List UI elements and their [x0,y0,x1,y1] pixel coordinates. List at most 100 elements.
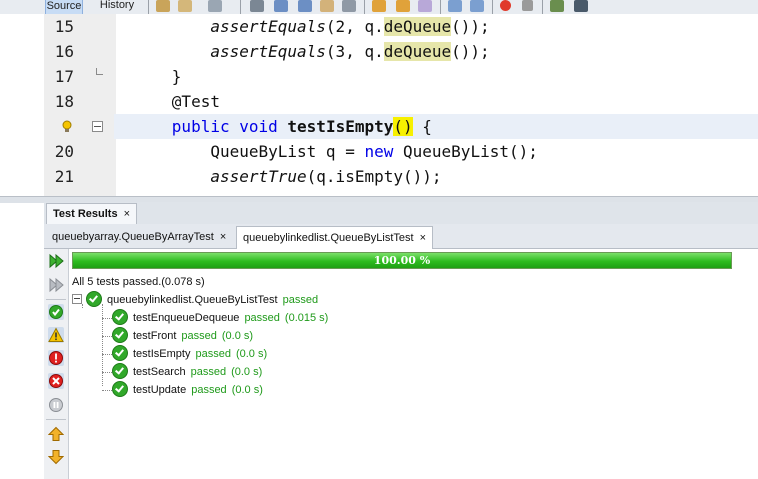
test-results-tab[interactable]: Test Results × [46,203,138,225]
tree-connector [102,336,112,337]
stop-macro-icon[interactable] [522,0,533,11]
find-next-icon[interactable] [298,0,312,12]
tree-suite-node[interactable]: queuebylinkedlist.QueueByListTest passed [72,291,318,309]
back-icon[interactable] [178,0,192,12]
find-previous-icon[interactable] [274,0,288,12]
toolbar-separator [492,0,493,14]
line-number: 18 [54,92,74,111]
code-text: assertEquals(2, q.deQueue()); [210,17,490,36]
previous-failure-icon[interactable] [47,426,65,442]
history-tab[interactable]: History [94,0,140,13]
line-number: 20 [54,142,74,161]
test-time: (0.0 s) [231,366,263,378]
rerun-icon[interactable] [48,253,64,269]
fold-toggle[interactable] [92,121,103,132]
tab-queuebylinkedlist[interactable]: queuebylinkedlist.QueueByListTest × [236,226,434,249]
line-number: 16 [54,42,74,61]
tree-connector [102,354,112,355]
tree-connector [102,318,112,319]
test-time: (0.015 s) [284,312,329,324]
passed-icon [112,363,128,380]
test-status: passed [244,312,280,324]
code-text: @Test [114,92,220,111]
next-failure-icon[interactable] [47,449,65,465]
find-icon[interactable] [250,0,264,12]
tree-test-node[interactable]: testIsEmpty passed (0.0 s) [112,345,267,363]
test-time: (0.0 s) [235,348,268,360]
close-icon[interactable]: × [220,231,226,243]
shift-right-icon[interactable] [470,0,484,12]
test-status: passed [190,366,227,378]
code-text: QueueByList q = new QueueByList(); [210,142,538,161]
code-line-19: public void testIsEmpty() { [0,114,758,139]
test-name: testIsEmpty [133,348,191,360]
source-tab[interactable]: Source [45,0,83,14]
toggle-highlight-icon[interactable] [320,0,334,12]
show-warnings-icon[interactable] [48,327,64,343]
code-editor[interactable]: 15 assertEquals(2, q.deQueue()); 16 asse… [0,14,758,196]
toolbar-separator [240,0,241,14]
tree-connector [102,304,103,386]
tree-test-node[interactable]: testSearch passed (0.0 s) [112,363,262,381]
suite-status: passed [282,294,319,306]
toolbar-separator [148,0,149,14]
test-results-title: Test Results [53,208,118,220]
toolbar-separator [440,0,441,14]
tree-test-node[interactable]: testUpdate passed (0.0 s) [112,381,263,399]
test-time: (0.0 s) [221,330,254,342]
progress-label: 100.00 % [373,254,431,267]
code-line-16: 16 assertEquals(3, q.deQueue()); [0,39,758,64]
toolbar-separator [46,299,66,300]
toggle-selection-icon[interactable] [342,0,356,12]
toolbar-separator [46,419,66,420]
show-failures-icon[interactable] [48,350,64,366]
forward-icon[interactable] [208,0,222,12]
previous-bookmark-icon[interactable] [372,0,386,12]
test-time: (0.0 s) [231,384,263,396]
start-macro-icon[interactable] [500,0,511,11]
test-status: passed [181,330,217,342]
test-progress-bar: 100.00 % [72,252,732,269]
passed-icon [112,309,128,326]
toolbar-separator [364,0,365,14]
uncomment-icon[interactable] [574,0,588,12]
collapse-toggle[interactable] [72,294,82,304]
test-summary: All 5 tests passed.(0.078 s) [72,276,205,288]
code-line-21: 21 assertTrue(q.isEmpty()); [0,164,758,189]
next-bookmark-icon[interactable] [396,0,410,12]
close-icon[interactable]: × [420,232,426,244]
last-edit-icon[interactable] [156,0,170,12]
show-passed-icon[interactable] [48,304,64,320]
tab-label: queuebyarray.QueueByArrayTest [52,231,214,243]
rerun-failed-icon[interactable] [48,277,64,293]
toggle-bookmark-icon[interactable] [418,0,432,12]
test-name: testUpdate [133,384,187,396]
suite-name: queuebylinkedlist.QueueByListTest [107,294,278,306]
code-line-18: 18 @Test [0,89,758,114]
tree-test-node[interactable]: testEnqueueDequeue passed (0.015 s) [112,309,328,327]
test-results-content: 100.00 % All 5 tests passed.(0.078 s) qu… [44,249,758,479]
close-icon[interactable]: × [124,208,130,220]
tree-test-node[interactable]: testFront passed (0.0 s) [112,327,253,345]
lightbulb-hint-icon[interactable] [62,120,72,136]
code-line-20: 20 QueueByList q = new QueueByList(); [0,139,758,164]
shift-left-icon[interactable] [448,0,462,12]
test-status: passed [191,384,227,396]
test-name: testEnqueueDequeue [133,312,240,324]
test-results-header: Test Results × [44,202,758,225]
test-name: testSearch [133,366,186,378]
line-number: 21 [54,167,74,186]
tab-queuebyarray[interactable]: queuebyarray.QueueByArrayTest × [46,226,232,248]
test-name: testFront [133,330,177,342]
code-line-15: 15 assertEquals(2, q.deQueue()); [0,14,758,39]
line-number: 15 [54,17,74,36]
passed-icon [86,291,102,308]
show-aborted-icon[interactable] [48,397,64,413]
results-side-toolbar [44,249,69,479]
passed-icon [112,381,128,398]
tree-connector [102,372,112,373]
comment-icon[interactable] [550,0,564,12]
code-text: } [114,67,182,86]
test-status: passed [195,348,231,360]
show-errors-icon[interactable] [48,373,64,389]
